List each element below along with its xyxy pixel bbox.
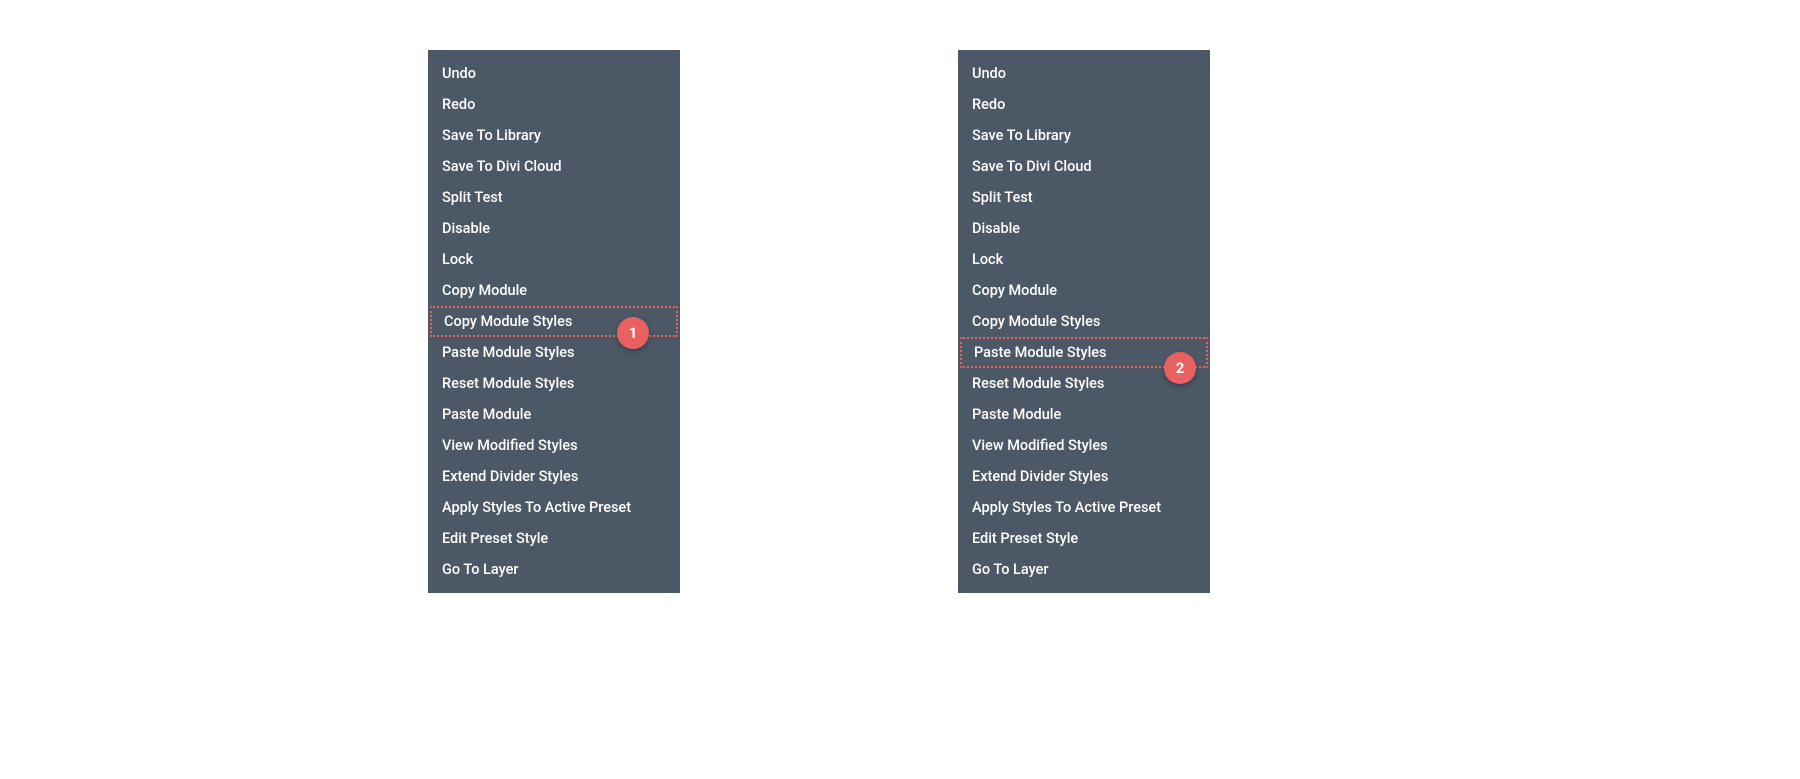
menu-item-disable[interactable]: Disable [958,213,1210,244]
menu-item-lock[interactable]: Lock [958,244,1210,275]
menu-item-copy-module[interactable]: Copy Module [958,275,1210,306]
menu-item-undo[interactable]: Undo [958,58,1210,89]
context-menu-2: UndoRedoSave To LibrarySave To Divi Clou… [958,50,1210,593]
menu-item-apply-styles-to-active-preset[interactable]: Apply Styles To Active Preset [958,492,1210,523]
menu-item-view-modified-styles[interactable]: View Modified Styles [958,430,1210,461]
menu-item-save-to-library[interactable]: Save To Library [958,120,1210,151]
menu-item-reset-module-styles[interactable]: Reset Module Styles [428,368,680,399]
menu-item-edit-preset-style[interactable]: Edit Preset Style [958,523,1210,554]
menu-item-undo[interactable]: Undo [428,58,680,89]
menu-item-paste-module[interactable]: Paste Module [958,399,1210,430]
menu-item-view-modified-styles[interactable]: View Modified Styles [428,430,680,461]
menu-item-copy-module[interactable]: Copy Module [428,275,680,306]
menu-item-split-test[interactable]: Split Test [428,182,680,213]
step-badge-2: 2 [1164,352,1196,384]
menu-item-copy-module-styles[interactable]: Copy Module Styles [958,306,1210,337]
menu-item-save-to-divi-cloud[interactable]: Save To Divi Cloud [958,151,1210,182]
menu-item-go-to-layer[interactable]: Go To Layer [428,554,680,585]
menu-item-extend-divider-styles[interactable]: Extend Divider Styles [958,461,1210,492]
menu-item-paste-module[interactable]: Paste Module [428,399,680,430]
menu-item-save-to-library[interactable]: Save To Library [428,120,680,151]
menu-item-save-to-divi-cloud[interactable]: Save To Divi Cloud [428,151,680,182]
menu-item-go-to-layer[interactable]: Go To Layer [958,554,1210,585]
menu-item-redo[interactable]: Redo [958,89,1210,120]
menu-item-lock[interactable]: Lock [428,244,680,275]
step-badge-1: 1 [617,317,649,349]
menu-item-split-test[interactable]: Split Test [958,182,1210,213]
menu-item-redo[interactable]: Redo [428,89,680,120]
menu-item-disable[interactable]: Disable [428,213,680,244]
menu-item-apply-styles-to-active-preset[interactable]: Apply Styles To Active Preset [428,492,680,523]
menu-item-edit-preset-style[interactable]: Edit Preset Style [428,523,680,554]
menu-item-extend-divider-styles[interactable]: Extend Divider Styles [428,461,680,492]
